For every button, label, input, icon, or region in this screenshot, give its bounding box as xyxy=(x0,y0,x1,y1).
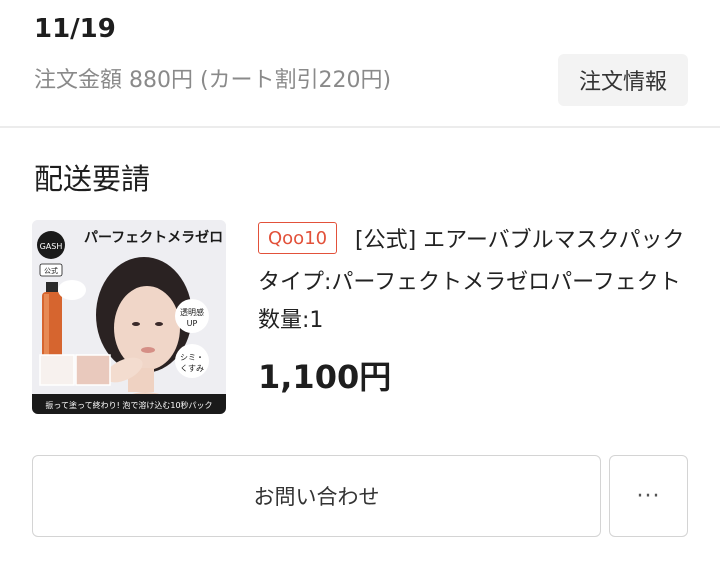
image-brand: GASH xyxy=(40,242,63,251)
image-headline: パーフェクトメラゼロ xyxy=(84,229,223,246)
contact-button[interactable]: お問い合わせ xyxy=(32,455,601,537)
order-date: 11/19 xyxy=(34,14,116,44)
more-options-button[interactable]: ··· xyxy=(609,455,688,537)
image-badge-bottom-sub: くすみ xyxy=(180,364,204,373)
store-badge: Qoo10 xyxy=(258,222,338,254)
product-quantity: 数量:1 xyxy=(258,308,324,333)
product-price: 1,100円 xyxy=(258,358,392,396)
order-info-button[interactable]: 注文情報 xyxy=(558,54,688,106)
product-title[interactable]: [公式] エアーバブルマスクパック xyxy=(355,222,690,254)
image-caption: 振って塗って終わり! 泡で溶け込む10秒パック xyxy=(45,400,212,410)
more-icon: ··· xyxy=(636,483,661,509)
image-badge-top-sub: UP xyxy=(187,319,198,328)
image-official: 公式 xyxy=(44,266,58,275)
section-divider xyxy=(0,126,720,128)
product-option: タイプ:パーフェクトメラゼロパーフェクト xyxy=(258,270,681,295)
shipping-status: 配送要請 xyxy=(34,162,151,196)
order-amount: 注文金額 880円 (カート割引220円) xyxy=(34,68,392,93)
image-badge-bottom: シミ・ xyxy=(180,353,204,362)
image-badge-top: 透明感 xyxy=(180,307,204,317)
product-image[interactable]: パーフェクトメラゼロ GASH 公式 透明感 UP シミ・ くすみ 振って塗って… xyxy=(32,220,226,414)
